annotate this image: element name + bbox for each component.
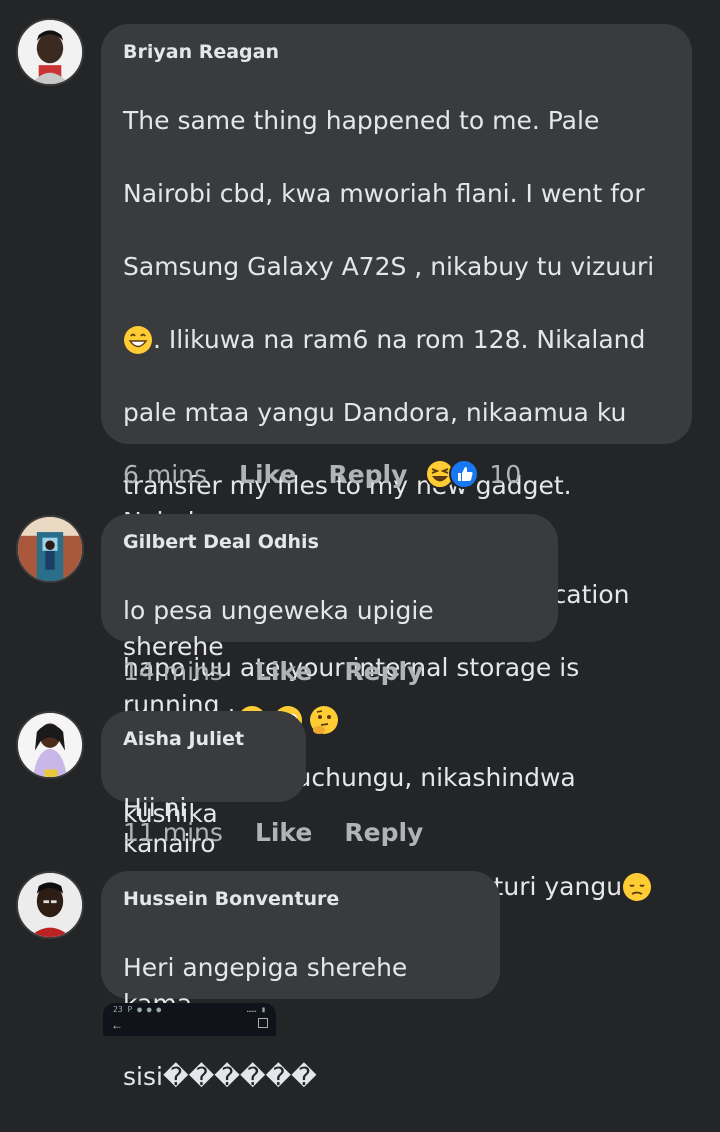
avatar[interactable] bbox=[16, 18, 84, 86]
comment-time[interactable]: 11 mins bbox=[123, 818, 223, 847]
text-line: The same thing happened to me. Pale bbox=[123, 105, 600, 135]
comment-author[interactable]: Gilbert Deal Odhis bbox=[123, 530, 536, 554]
back-arrow-icon: ← bbox=[111, 1018, 123, 1032]
comment-author[interactable]: Briyan Reagan bbox=[123, 40, 670, 64]
like-button[interactable]: Like bbox=[255, 657, 312, 686]
comment-bubble: Briyan Reagan The same thing happened to… bbox=[101, 24, 692, 902]
attached-screenshot-thumbnail[interactable]: 23 P ● ● ● …… ▮ ← bbox=[103, 1003, 276, 1036]
comment-bubble: Gilbert Deal Odhis lo pesa ungeweka upig… bbox=[101, 514, 558, 735]
comment-time[interactable]: 14 mins bbox=[123, 657, 223, 686]
thumbnail-status-bar: 23 P ● ● ● …… ▮ bbox=[113, 1005, 266, 1014]
pensive-emoji-icon bbox=[623, 873, 652, 902]
like-button[interactable]: Like bbox=[255, 818, 312, 847]
comment-author[interactable]: Hussein Bonventure bbox=[123, 887, 478, 911]
comment-actions: 6 mins Like Reply 10 bbox=[123, 454, 521, 494]
comment-time[interactable]: 6 mins bbox=[123, 460, 207, 489]
avatar[interactable] bbox=[16, 871, 84, 939]
text-line: Nairobi cbd, kwa mworiah flani. I went f… bbox=[123, 178, 645, 208]
reply-button[interactable]: Reply bbox=[344, 818, 423, 847]
reply-button[interactable]: Reply bbox=[344, 657, 423, 686]
thinking-emoji-icon bbox=[309, 706, 338, 735]
avatar-photo bbox=[18, 713, 82, 777]
text-line: pale mtaa yangu Dandora, nikaamua ku bbox=[123, 397, 627, 427]
like-reaction-icon bbox=[449, 459, 480, 489]
reaction-count: 10 bbox=[489, 459, 522, 489]
comment-bubble: Hussein Bonventure Heri angepiga sherehe… bbox=[101, 871, 500, 1091]
reaction-summary[interactable]: 10 bbox=[425, 459, 521, 489]
grinning-emoji-icon bbox=[124, 325, 152, 354]
like-button[interactable]: Like bbox=[239, 460, 296, 489]
avatar[interactable] bbox=[16, 515, 84, 583]
avatar-photo bbox=[18, 20, 82, 84]
thumbnail-box-icon bbox=[258, 1018, 268, 1028]
avatar-photo bbox=[18, 517, 82, 581]
thumbnail-toolbar: ← bbox=[103, 1014, 276, 1032]
reply-button[interactable]: Reply bbox=[328, 460, 407, 489]
comment-bubble: Aisha Juliet Hii ni kanairo bbox=[101, 711, 306, 858]
text-line-with-emoji: . Ilikuwa na ram6 na rom 128. Nikaland bbox=[123, 322, 670, 359]
comment-actions: 14 mins Like Reply bbox=[123, 651, 455, 691]
text-line: Samsung Galaxy A72S , nikabuy tu vizuuri bbox=[123, 251, 655, 281]
text-line: sisi������ bbox=[123, 1062, 317, 1091]
comment-author[interactable]: Aisha Juliet bbox=[123, 727, 284, 751]
avatar[interactable] bbox=[16, 711, 84, 779]
comment-actions: 11 mins Like Reply bbox=[123, 812, 455, 852]
avatar-photo bbox=[18, 873, 82, 937]
